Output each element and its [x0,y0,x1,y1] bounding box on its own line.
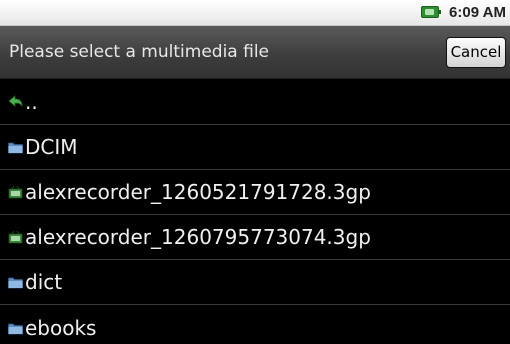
list-item[interactable]: alexrecorder_1260795773074.3gp [0,215,510,260]
list-item-label: alexrecorder_1260795773074.3gp [25,225,371,249]
screen: 6:09 AM Please select a multimedia file … [0,0,510,344]
battery-charging-icon [421,6,441,18]
video-file-icon [8,230,23,244]
list-item-label: dict [25,270,63,294]
back-arrow-icon [8,95,23,108]
status-bar: 6:09 AM [0,0,510,26]
parent-directory-item[interactable]: .. [0,80,510,125]
folder-icon [8,323,23,334]
cancel-button[interactable]: Cancel [446,37,506,68]
folder-icon [8,277,23,289]
clock: 6:09 AM [449,4,506,21]
dialog-header: Please select a multimedia file Cancel [0,26,510,79]
list-item[interactable]: dict [0,260,510,305]
list-item[interactable]: alexrecorder_1260521791728.3gp [0,170,510,215]
video-file-icon [8,185,23,199]
list-item-label: .. [25,90,38,114]
list-item-label: DCIM [25,135,78,159]
list-item[interactable]: ebooks [0,305,510,344]
list-item-label: ebooks [25,315,97,340]
dialog-title: Please select a multimedia file [9,42,269,62]
folder-icon [8,142,23,154]
list-item[interactable]: DCIM [0,125,510,170]
file-list: .. DCIM alexrecorder_1260521791728.3gp a… [0,80,510,344]
list-item-label: alexrecorder_1260521791728.3gp [25,180,371,204]
